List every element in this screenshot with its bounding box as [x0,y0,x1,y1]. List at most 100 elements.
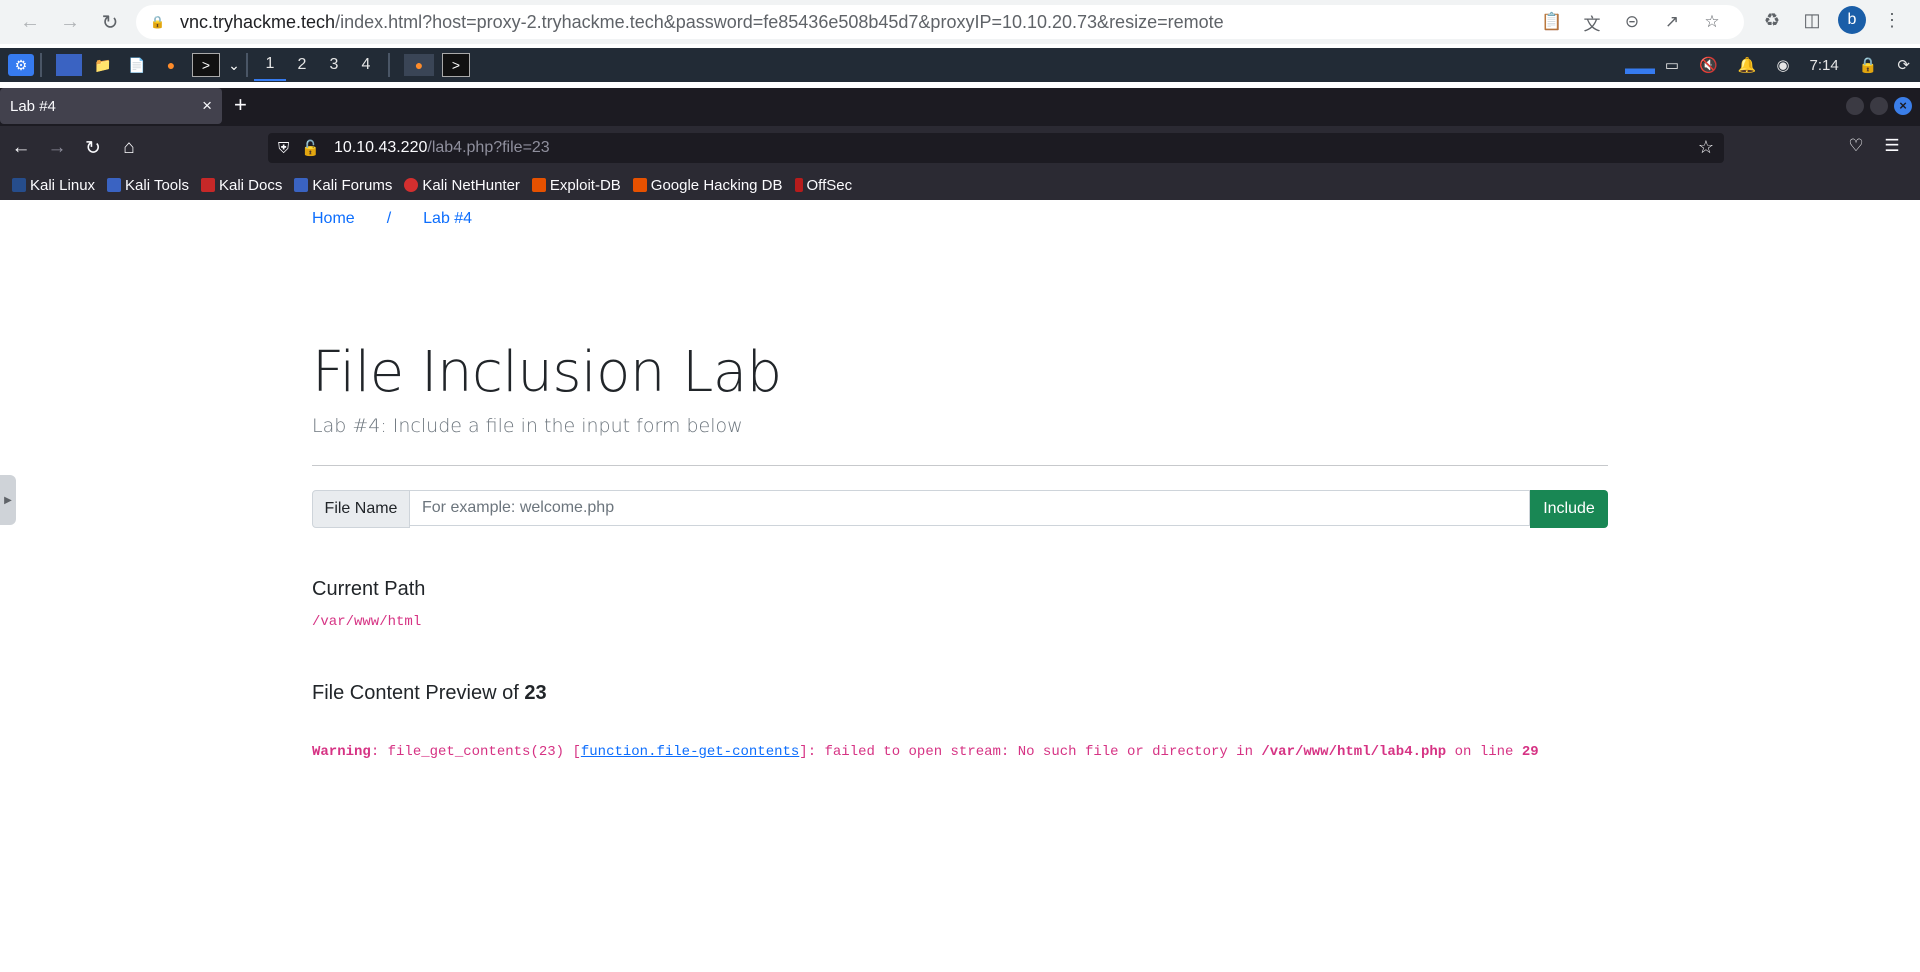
bookmark-star-icon[interactable]: ☆ [1692,12,1732,32]
logout-icon[interactable]: ⟳ [1897,56,1910,74]
bookmark-label: Exploit-DB [549,176,621,194]
ff-menu-icon[interactable]: ☰ [1874,136,1910,156]
preview-file-name: 23 [524,682,547,704]
chrome-reload-icon[interactable]: ↻ [94,6,126,38]
chrome-back-icon[interactable]: ← [14,6,46,38]
power-status-icon[interactable]: ◉ [1776,56,1789,74]
bookmark-google-hacking-db[interactable]: Google Hacking DB [632,176,783,194]
desktop-icon[interactable] [56,54,82,76]
maximize-window-icon[interactable] [1870,97,1888,115]
ff-forward-icon[interactable]: → [42,133,72,163]
ff-bookmark-star-icon[interactable]: ☆ [1698,137,1714,158]
warning-label: Warning [312,744,371,760]
insecure-lock-icon[interactable]: 🔓 [301,139,320,157]
current-path-value: /var/www/html [312,614,422,630]
bookmarks-bar: Kali Linux Kali Tools Kali Docs Kali For… [0,170,1920,200]
tab-close-icon[interactable]: × [202,96,212,116]
terminal-window-icon[interactable]: > [442,53,470,77]
bookmark-kali-linux[interactable]: Kali Linux [12,177,95,194]
include-button[interactable]: Include [1530,490,1608,528]
new-tab-icon[interactable]: + [234,92,247,118]
breadcrumb: Home / Lab #4 [312,210,472,228]
bookmark-label: Kali Forums [312,176,393,194]
preview-heading: File Content Preview of 23 [312,682,547,705]
shield-icon[interactable]: ⛨ [278,140,289,157]
zoom-icon[interactable]: ⊝ [1612,12,1652,32]
workspace-1[interactable]: 1 [254,49,286,81]
ff-reload-icon[interactable]: ↻ [78,133,108,163]
kali-tools-icon [107,178,122,192]
tab-title: Lab #4 [10,97,56,115]
kali-taskbar: ⚙ 📁 📄 ● > ⌄ 1 2 3 4 ● > ▭ 🔇 🔔 ◉ 7:14 🔒 ⟳ [0,48,1920,82]
warning-file: /var/www/html/lab4.php [1261,744,1447,760]
ff-url-path: /lab4.php?file=23 [427,139,550,156]
page-subtitle: Lab #4: Include a file in the input form… [312,415,743,437]
lock-screen-icon[interactable]: 🔒 [1859,56,1878,74]
chrome-url-host: vnc.tryhackme.tech [180,11,336,32]
chrome-url[interactable]: vnc.tryhackme.tech/index.html?host=proxy… [180,12,1224,33]
bookmark-label: Kali NetHunter [422,176,520,194]
chrome-toolbar: ← → ↻ 🔒 vnc.tryhackme.tech/index.html?ho… [0,0,1920,44]
side-panel-icon[interactable]: ◫ [1792,10,1832,31]
breadcrumb-current-link[interactable]: Lab #4 [423,210,472,228]
bookmark-kali-tools[interactable]: Kali Tools [107,177,189,194]
profile-avatar[interactable]: b [1838,6,1866,34]
offsec-icon [794,178,803,192]
minimize-window-icon[interactable] [1846,97,1864,115]
vnc-sidebar-handle[interactable]: ▶ [0,475,16,525]
clock: 7:14 [1809,56,1839,74]
workspace-3[interactable]: 3 [318,50,350,80]
warning-text-3: on line [1446,744,1522,760]
page-title: File Inclusion Lab [312,340,782,405]
chrome-forward-icon[interactable]: → [54,6,86,38]
launcher-dropdown-icon[interactable]: ⌄ [228,54,240,76]
php-function-link[interactable]: function.file-get-contents [581,744,799,760]
clipboard-icon[interactable]: 📋 [1532,12,1572,32]
extensions-icon[interactable]: ♻ [1752,10,1792,31]
bookmark-kali-nethunter[interactable]: Kali NetHunter [404,177,520,194]
workspace-4[interactable]: 4 [350,50,382,80]
bookmark-kali-docs[interactable]: Kali Docs [200,176,283,194]
chrome-menu-icon[interactable]: ⋮ [1872,10,1912,31]
ff-back-icon[interactable]: ← [6,133,36,163]
include-form: File Name Include [312,490,1608,528]
ff-url-bar[interactable]: ⛨ 🔓 10.10.43.220/lab4.php?file=23 ☆ [268,133,1724,163]
ff-home-icon[interactable]: ⌂ [114,133,144,163]
file-manager-icon[interactable]: 📁 [90,54,116,76]
taskbar-divider [388,53,390,77]
pocket-icon[interactable]: ♡ [1838,136,1874,156]
file-name-label: File Name [312,490,410,528]
firefox-window-icon[interactable]: ● [404,54,434,76]
breadcrumb-home-link[interactable]: Home [312,210,355,228]
translate-icon[interactable]: 文 [1572,10,1612,35]
notification-bell-icon[interactable]: 🔔 [1738,56,1757,74]
firefox-launcher-icon[interactable]: ● [158,54,184,76]
mute-icon[interactable]: 🔇 [1699,56,1718,74]
bookmark-label: Kali Docs [218,176,283,194]
chrome-url-path: /index.html?host=proxy-2.tryhackme.tech&… [335,11,1224,32]
tab-lab4[interactable]: Lab #4 × [0,88,222,124]
terminal-launcher-icon[interactable]: > [192,53,220,77]
chrome-address-bar[interactable]: 🔒 vnc.tryhackme.tech/index.html?host=pro… [136,5,1744,39]
current-path-heading: Current Path [312,578,426,600]
kali-docs-icon [200,178,215,192]
ff-url-text[interactable]: 10.10.43.220/lab4.php?file=23 [334,139,550,157]
workspace-2[interactable]: 2 [286,50,318,80]
breadcrumb-separator: / [386,210,392,227]
warning-line: 29 [1521,744,1539,760]
share-icon[interactable]: ↗ [1652,12,1692,32]
bookmark-offsec[interactable]: OffSec [794,177,852,194]
display-icon[interactable]: ▭ [1665,56,1679,74]
warning-text-1: : file_get_contents(23) [ [370,744,581,760]
file-name-input[interactable] [410,490,1530,526]
taskbar-divider [40,53,42,77]
cpu-graph [1624,56,1655,74]
text-editor-icon[interactable]: 📄 [124,54,150,76]
bookmark-label: Kali Linux [30,176,96,194]
bookmark-exploit-db[interactable]: Exploit-DB [531,176,621,194]
bookmark-label: Google Hacking DB [650,176,783,194]
firefox-tabstrip: Lab #4 × + × [0,88,1920,126]
bookmark-kali-forums[interactable]: Kali Forums [294,177,392,194]
close-window-icon[interactable]: × [1894,97,1912,115]
kali-menu-icon[interactable]: ⚙ [8,54,34,76]
